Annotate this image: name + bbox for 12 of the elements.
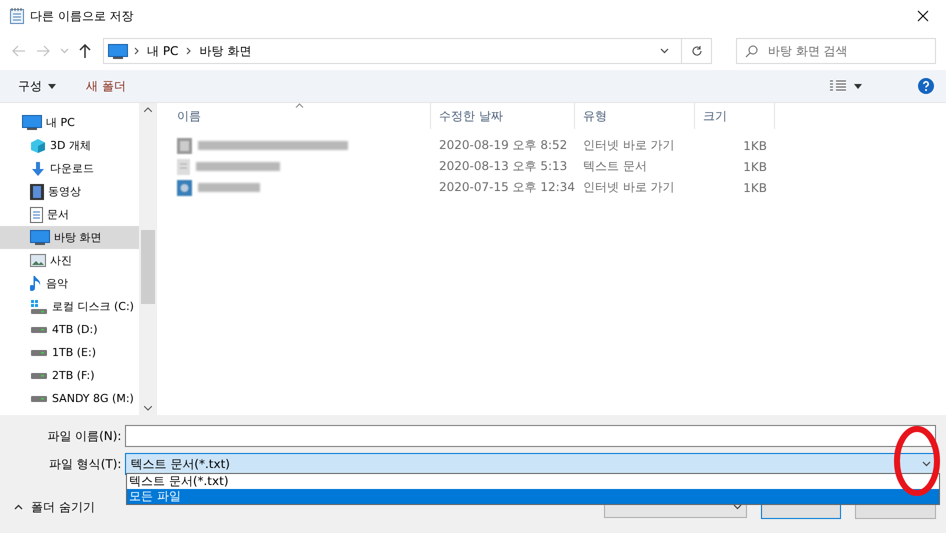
field-label: 파일 이름(N): (46, 428, 122, 444)
table-cell-text: 1KB (742, 180, 768, 194)
table-cell-text: 2020-08-13 오후 5:13 (438, 158, 568, 175)
table-cell-text: 인터넷 바로 가기 (582, 179, 676, 196)
table-cell-text: 텍스트 문서 (582, 158, 648, 175)
table-cell-text: 2020-08-19 오후 8:52 (438, 137, 568, 154)
table-cell-text: 1KB (742, 138, 768, 152)
field-label: 파일 형식(T): (48, 456, 122, 472)
table-cell-text: 1KB (742, 160, 768, 174)
table-cell-text: 인터넷 바로 가기 (582, 137, 676, 154)
window-title: 다른 이름으로 저장 (30, 8, 135, 24)
table-cell-text: 2020-07-15 오후 12:34 (438, 179, 575, 196)
